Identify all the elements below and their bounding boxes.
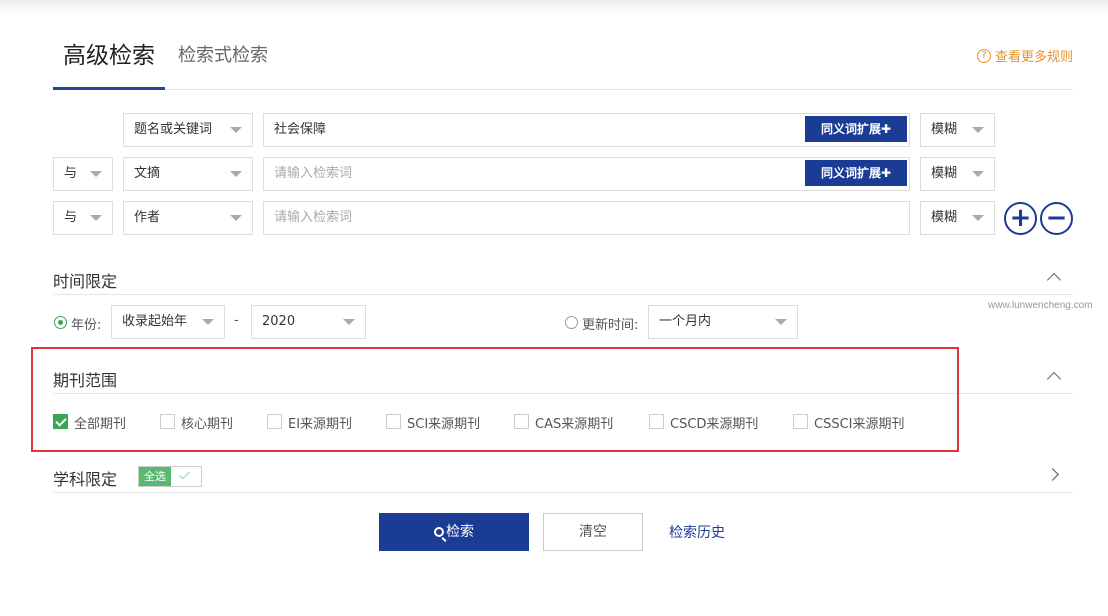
- expand-subject-icon[interactable]: [1046, 468, 1059, 481]
- search-row-2: 与 文摘 请输入检索词 同义词扩展✚ 模糊: [53, 157, 1083, 191]
- search-button[interactable]: 检索: [379, 513, 529, 551]
- year-end-select[interactable]: 2020: [251, 305, 366, 339]
- caret-down-icon: [202, 319, 214, 325]
- update-time-select[interactable]: 一个月内: [648, 305, 798, 339]
- field-select-value: 文摘: [134, 166, 161, 181]
- year-start-value: 收录起始年: [122, 314, 188, 329]
- search-icon: [434, 527, 444, 537]
- caret-down-icon: [230, 215, 242, 221]
- caret-down-icon: [343, 319, 355, 325]
- field-select-2[interactable]: 文摘: [123, 157, 253, 191]
- update-time-label: 更新时间:: [582, 318, 639, 333]
- highlight-box: [31, 347, 959, 452]
- caret-down-icon: [972, 171, 984, 177]
- subject-limit-title: 学科限定: [53, 470, 118, 489]
- field-select-value: 题名或关键词: [134, 122, 213, 137]
- field-select-1[interactable]: 题名或关键词: [123, 113, 253, 147]
- search-button-label: 检索: [446, 524, 474, 540]
- caret-down-icon: [90, 215, 102, 221]
- search-row-3: 与 作者 请输入检索词 模糊: [53, 201, 1083, 235]
- caret-down-icon: [775, 319, 787, 325]
- match-select-value: 模糊: [931, 122, 958, 137]
- clear-button[interactable]: 清空: [543, 513, 643, 551]
- tab-expression-search[interactable]: 检索式检索: [178, 42, 268, 70]
- search-history-link[interactable]: 检索历史: [669, 522, 725, 542]
- watermark-text: www.lunwencheng.com: [988, 300, 1093, 311]
- collapse-time-icon[interactable]: [1046, 272, 1062, 288]
- logic-select-value: 与: [64, 166, 78, 181]
- search-term-input-3[interactable]: 请输入检索词: [263, 201, 910, 235]
- caret-down-icon: [90, 171, 102, 177]
- update-time-value: 一个月内: [659, 314, 712, 329]
- search-mode-tabs: 高级检索 检索式检索 ? 查看更多规则: [53, 38, 1073, 90]
- add-row-button[interactable]: +: [1004, 202, 1037, 235]
- caret-down-icon: [972, 127, 984, 133]
- remove-row-button[interactable]: −: [1040, 202, 1073, 235]
- more-rules-label: 查看更多规则: [994, 50, 1073, 65]
- match-select-2[interactable]: 模糊: [920, 157, 995, 191]
- caret-down-icon: [230, 127, 242, 133]
- caret-down-icon: [230, 171, 242, 177]
- check-icon: [179, 468, 190, 480]
- question-circle-icon: ?: [976, 48, 991, 63]
- tab-advanced-search[interactable]: 高级检索: [53, 38, 165, 90]
- caret-down-icon: [972, 215, 984, 221]
- select-all-label: 全选: [139, 467, 171, 486]
- top-shadow: [0, 0, 1108, 14]
- time-limit-title: 时间限定: [53, 272, 118, 291]
- year-radio[interactable]: [54, 316, 67, 329]
- update-time-radio[interactable]: [565, 316, 578, 329]
- logic-select-3[interactable]: 与: [53, 201, 113, 235]
- field-select-value: 作者: [134, 210, 161, 225]
- synonym-expand-button-1[interactable]: 同义词扩展✚: [805, 116, 907, 142]
- logic-select-value: 与: [64, 210, 78, 225]
- divider: [53, 492, 1073, 493]
- select-all-toggle[interactable]: 全选: [138, 466, 202, 487]
- match-select-3[interactable]: 模糊: [920, 201, 995, 235]
- more-rules-link[interactable]: ? 查看更多规则: [976, 46, 1073, 65]
- match-select-value: 模糊: [931, 166, 958, 181]
- year-start-select[interactable]: 收录起始年: [111, 305, 225, 339]
- match-select-1[interactable]: 模糊: [920, 113, 995, 147]
- field-select-3[interactable]: 作者: [123, 201, 253, 235]
- divider: [53, 294, 1073, 295]
- synonym-expand-button-2[interactable]: 同义词扩展✚: [805, 160, 907, 186]
- year-label: 年份:: [71, 318, 102, 333]
- search-row-1: 题名或关键词 社会保障 同义词扩展✚ 模糊: [53, 113, 1083, 147]
- year-end-value: 2020: [262, 314, 296, 329]
- match-select-value: 模糊: [931, 210, 958, 225]
- logic-select-2[interactable]: 与: [53, 157, 113, 191]
- year-range-dash: -: [234, 313, 239, 328]
- collapse-journal-icon[interactable]: [1046, 371, 1062, 387]
